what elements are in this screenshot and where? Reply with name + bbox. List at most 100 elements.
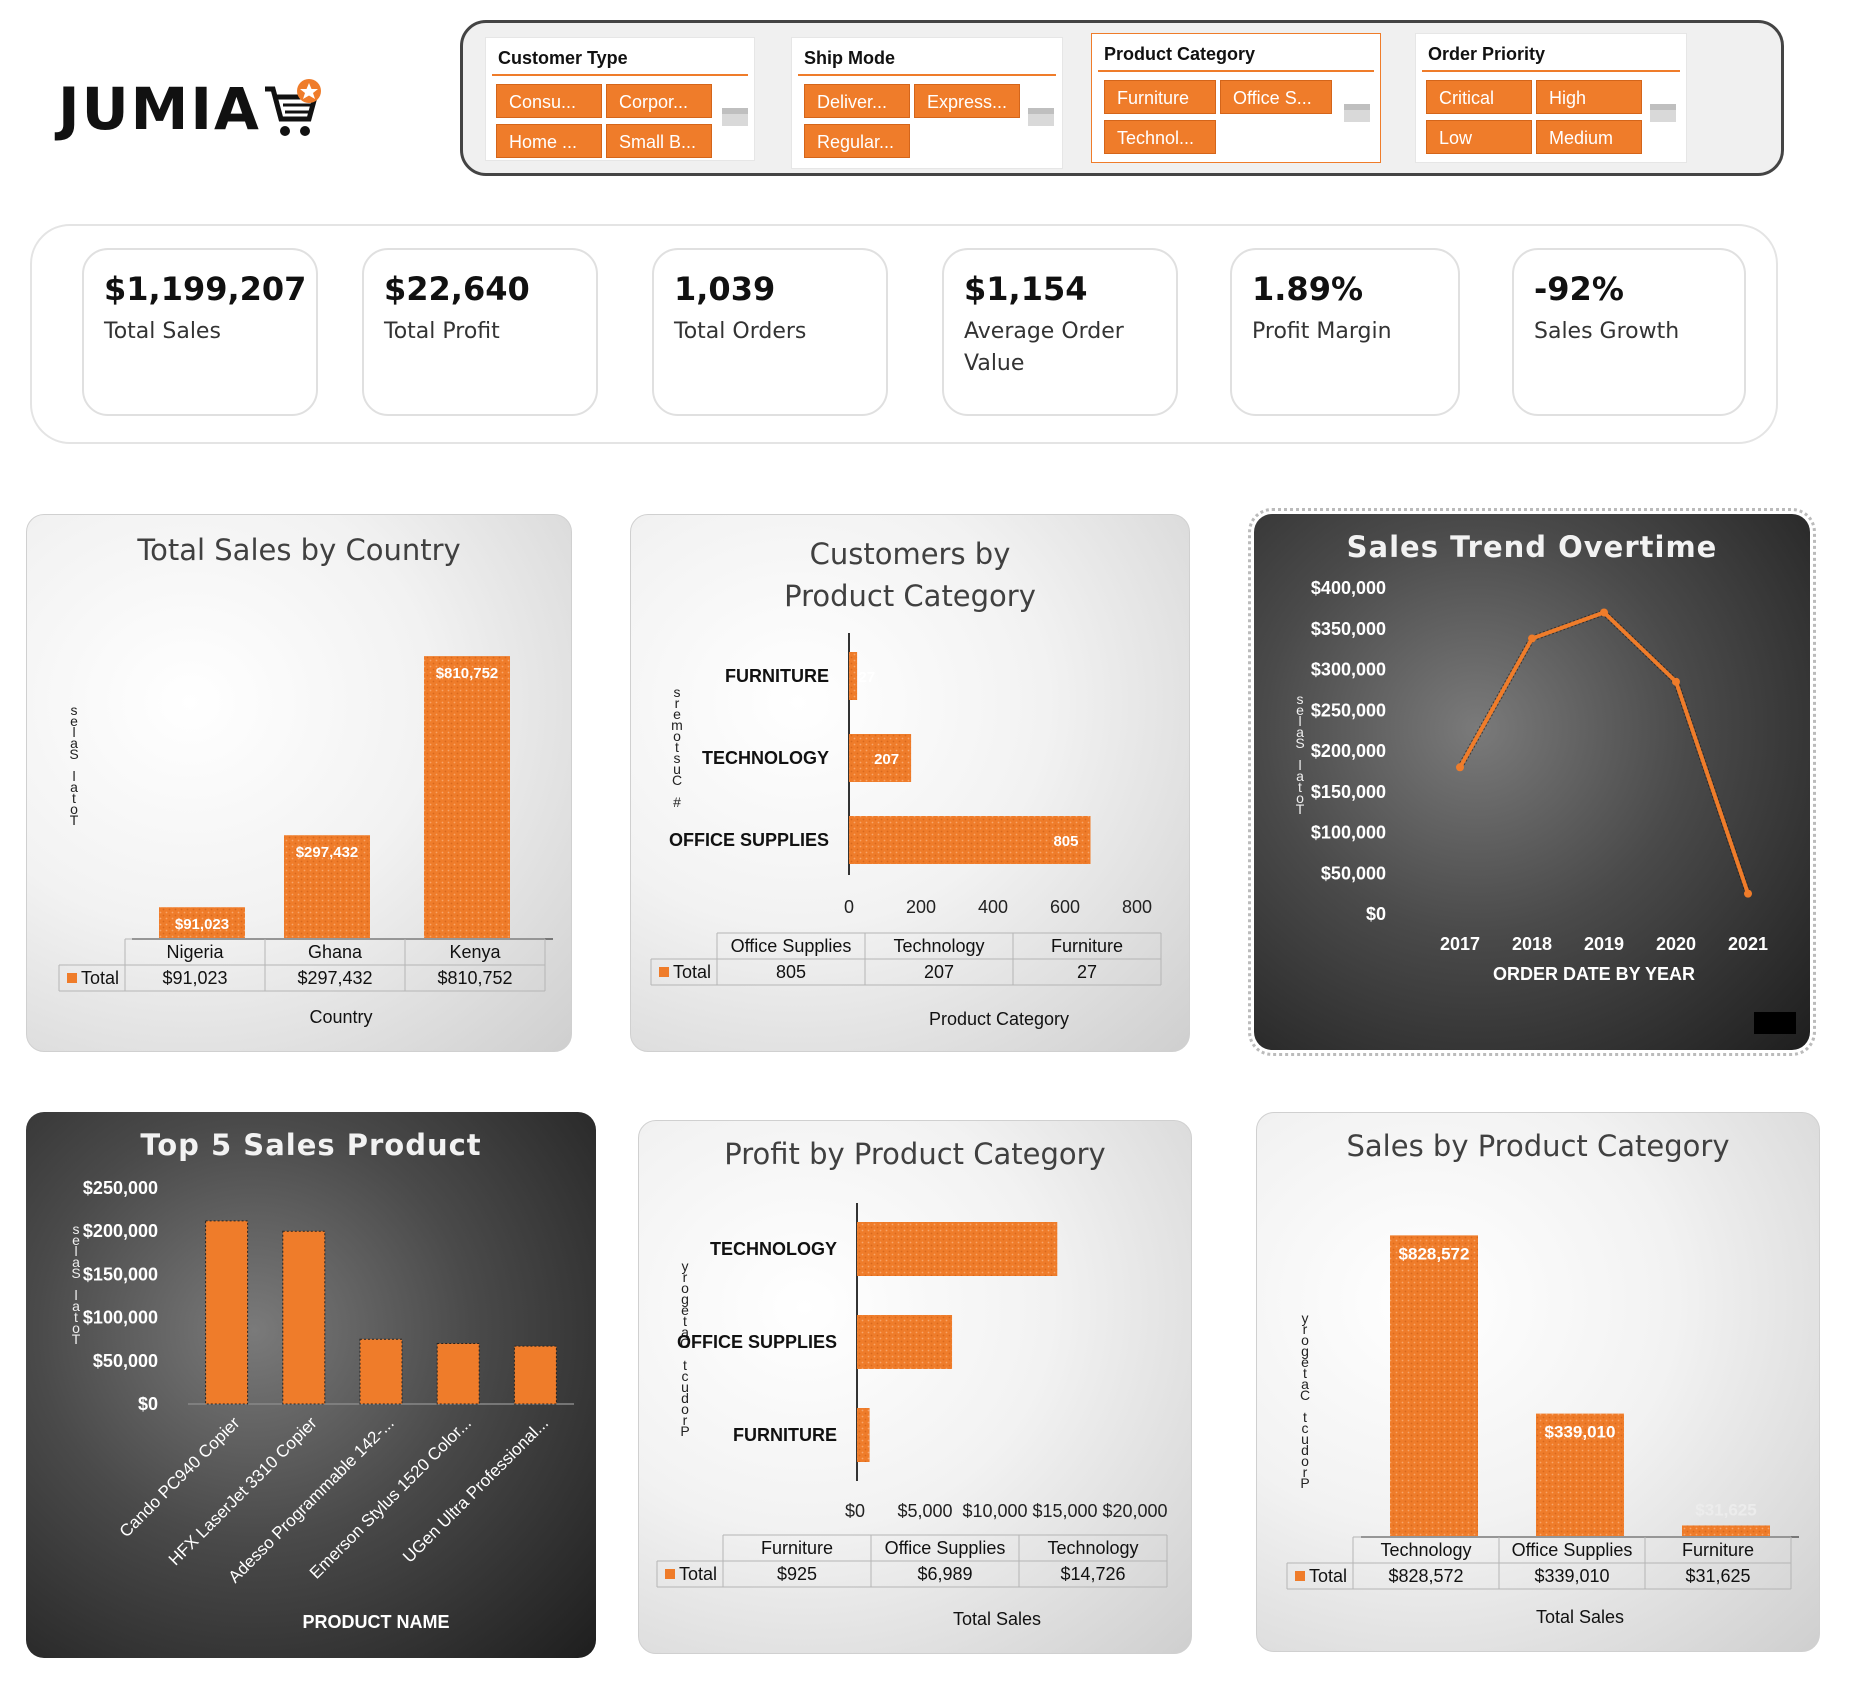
- data-point: [1600, 608, 1608, 617]
- x-axis-label: Total Sales: [953, 1609, 1041, 1629]
- slicer-item-critical[interactable]: Critical: [1426, 80, 1532, 114]
- kpi-value: $1,154: [964, 270, 1088, 308]
- category-label: TECHNOLOGY: [702, 748, 829, 768]
- y-axis-label: C: [672, 772, 682, 788]
- slicer-scrollbar[interactable]: [1344, 104, 1370, 122]
- kpi-total-profit: $22,640 Total Profit: [362, 248, 598, 416]
- jumia-logo: JUMIA: [58, 64, 358, 154]
- kpi-label: Total Profit: [384, 319, 500, 344]
- slicer-scrollbar[interactable]: [1650, 104, 1676, 122]
- y-axis-label: S: [71, 1265, 80, 1281]
- slicer-panel: Customer Type Consu... Corpor... Home ..…: [460, 20, 1784, 176]
- category-label: OFFICE SUPPLIES: [669, 830, 829, 850]
- slicer-title: Customer Type: [492, 38, 748, 76]
- y-tick-label: $150,000: [1311, 782, 1386, 802]
- x-tick-label: Emerson Stylus 1520 Color...: [306, 1413, 475, 1582]
- data-label: 207: [874, 751, 899, 768]
- data-label: $297,432: [296, 844, 359, 861]
- kpi-label: Total Sales: [104, 319, 221, 344]
- data-label: $31,625: [1695, 1500, 1756, 1519]
- category-label: TECHNOLOGY: [710, 1239, 837, 1259]
- data-label: $339,010: [1545, 1423, 1616, 1442]
- slicer-item-corporate[interactable]: Corpor...: [606, 84, 712, 118]
- series-line: [1458, 610, 1750, 895]
- y-axis-label: T: [1296, 801, 1305, 817]
- slicer-item-regular[interactable]: Regular...: [804, 124, 910, 158]
- slicer-item-consumer[interactable]: Consu...: [496, 84, 602, 118]
- data-table-cell: $14,726: [1060, 1564, 1125, 1584]
- logo-text: JUMIA: [58, 75, 261, 143]
- slicer-item-technology[interactable]: Technol...: [1104, 120, 1216, 154]
- slicer-item-medium[interactable]: Medium: [1536, 120, 1642, 154]
- y-tick-label: $150,000: [83, 1264, 158, 1284]
- chart-customers-by-product-category[interactable]: Customers by Product Category sremotsuC …: [630, 514, 1190, 1052]
- chart-svg: sremotsuC #FURNITURE 27TECHNOLOGY 207OFFIC…: [650, 633, 1189, 1029]
- y-tick-label: $350,000: [1311, 619, 1386, 639]
- slicer-title: Product Category: [1098, 34, 1374, 72]
- x-axis-label: PRODUCT NAME: [303, 1612, 450, 1632]
- data-table-header: Technology: [893, 936, 984, 956]
- slicer-item-low[interactable]: Low: [1426, 120, 1532, 154]
- y-axis-label: C: [1300, 1387, 1310, 1403]
- slicer-order-priority: Order Priority Critical High Low Medium: [1415, 33, 1687, 163]
- slicer-item-delivery[interactable]: Deliver...: [804, 84, 910, 118]
- kpi-panel: $1,199,207 Total Sales $22,640 Total Pro…: [30, 224, 1778, 444]
- kpi-label: Average Order Value: [964, 319, 1124, 376]
- y-tick-label: $250,000: [1311, 700, 1386, 720]
- slicer-item-small-business[interactable]: Small B...: [606, 124, 712, 158]
- slicer-item-home-office[interactable]: Home ...: [496, 124, 602, 158]
- chart-profit-by-product-category[interactable]: Profit by Product Category yrogetaC tcud…: [638, 1120, 1192, 1654]
- x-axis-label: ORDER DATE BY YEAR: [1493, 964, 1695, 984]
- kpi-label: Total Orders: [674, 319, 807, 344]
- slicer-scrollbar[interactable]: [722, 108, 748, 126]
- slicer-scrollbar[interactable]: [1028, 108, 1054, 126]
- chart-svg: selaS latoT$91,023$297,432$810,752Nigeri…: [58, 656, 553, 1027]
- x-axis-label: Product Category: [929, 1009, 1069, 1029]
- data-table-header: Nigeria: [166, 942, 224, 962]
- x-tick-label: $0: [845, 1501, 865, 1521]
- bar: [359, 1338, 403, 1405]
- line-shadow: [1457, 608, 1751, 895]
- data-table-cell: $31,625: [1685, 1566, 1750, 1586]
- y-tick-label: $400,000: [1311, 578, 1386, 598]
- data-table-cell: $91,023: [162, 968, 227, 988]
- category-label: OFFICE SUPPLIES: [677, 1332, 837, 1352]
- data-label: $828,572: [1399, 1244, 1470, 1263]
- chart-top-5-sales-product[interactable]: Top 5 Sales Product selaS l a t o T $0 $50,000…: [26, 1112, 596, 1658]
- kpi-profit-margin: 1.89% Profit Margin: [1230, 248, 1460, 416]
- slicer-item-express[interactable]: Express...: [914, 84, 1020, 118]
- chart-sales-by-product-category[interactable]: Sales by Product Category yrogetaC tcudo…: [1256, 1112, 1820, 1652]
- slicer-item-high[interactable]: High: [1536, 80, 1642, 114]
- x-tick-label: 2018: [1512, 934, 1552, 954]
- data-table-header: Office Supplies: [885, 1538, 1006, 1558]
- data-table-cell: $297,432: [297, 968, 372, 988]
- y-axis-label: T: [70, 812, 79, 828]
- x-tick-label: UGen Ultra Professional...: [399, 1413, 552, 1566]
- data-table-cell: $810,752: [437, 968, 512, 988]
- slicer-item-furniture[interactable]: Furniture: [1104, 80, 1216, 114]
- chart-sales-trend-overtime[interactable]: Sales Trend Overtime selaS l a t o T $0 $50,00…: [1248, 508, 1816, 1056]
- slicer-title: Order Priority: [1422, 34, 1680, 72]
- slicer-title: Ship Mode: [798, 38, 1056, 76]
- y-axis-label: #: [673, 794, 681, 810]
- bar: [282, 1230, 326, 1405]
- data-table-header: Technology: [1380, 1540, 1471, 1560]
- data-table-cell: 207: [924, 962, 954, 982]
- kpi-value: 1,039: [674, 270, 776, 308]
- data-table-legend-swatch: [659, 967, 669, 977]
- chart-total-sales-by-country[interactable]: Total Sales by Country selaS l a t o T $91,02…: [26, 514, 572, 1052]
- y-axis-label: S: [69, 746, 78, 762]
- data-table-cell: 805: [776, 962, 806, 982]
- y-tick-label: $50,000: [1321, 863, 1386, 883]
- bar: [436, 1343, 480, 1405]
- kpi-average-order-value: $1,154 Average Order Value: [942, 248, 1178, 416]
- data-point: [1672, 677, 1680, 686]
- category-label: FURNITURE: [733, 1425, 837, 1445]
- data-label: 805: [1053, 833, 1078, 850]
- slicer-item-office-supplies[interactable]: Office S...: [1220, 80, 1332, 114]
- y-tick-label: $300,000: [1311, 660, 1386, 680]
- bar: [513, 1345, 557, 1405]
- y-tick-label: $100,000: [83, 1308, 158, 1328]
- x-tick-label: 0: [844, 897, 854, 917]
- data-table-cell: $828,572: [1388, 1566, 1463, 1586]
